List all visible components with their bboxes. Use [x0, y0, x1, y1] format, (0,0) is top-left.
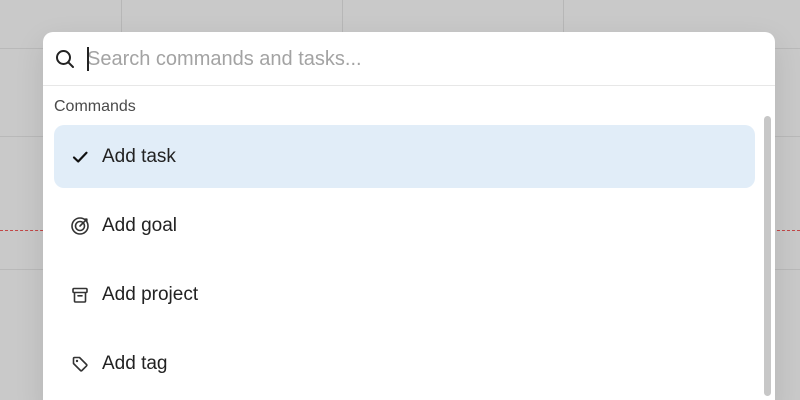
- scrollbar[interactable]: [761, 86, 775, 400]
- commands-list: Add task Add goal Add project Add tag: [54, 125, 755, 400]
- scrollbar-thumb[interactable]: [764, 116, 771, 396]
- target-icon: [70, 216, 90, 236]
- command-label: Add tag: [102, 352, 168, 374]
- search-input[interactable]: [87, 46, 727, 72]
- command-item-add-tag[interactable]: Add tag: [54, 332, 755, 395]
- text-caret: [87, 47, 89, 71]
- command-label: Add goal: [102, 214, 178, 236]
- command-item-add-task[interactable]: Add task: [54, 125, 755, 188]
- command-item-add-project[interactable]: Add project: [54, 263, 755, 326]
- search-icon: [55, 49, 75, 69]
- tag-icon: [70, 354, 90, 374]
- command-label: Add project: [102, 283, 199, 305]
- section-label-commands: Commands: [54, 98, 136, 115]
- check-icon: [70, 147, 90, 167]
- command-label: Add task: [102, 145, 176, 167]
- command-palette: Commands Add task Add goal: [43, 32, 775, 400]
- search-row: [43, 32, 775, 86]
- command-item-add-goal[interactable]: Add goal: [54, 194, 755, 257]
- archive-box-icon: [70, 285, 90, 305]
